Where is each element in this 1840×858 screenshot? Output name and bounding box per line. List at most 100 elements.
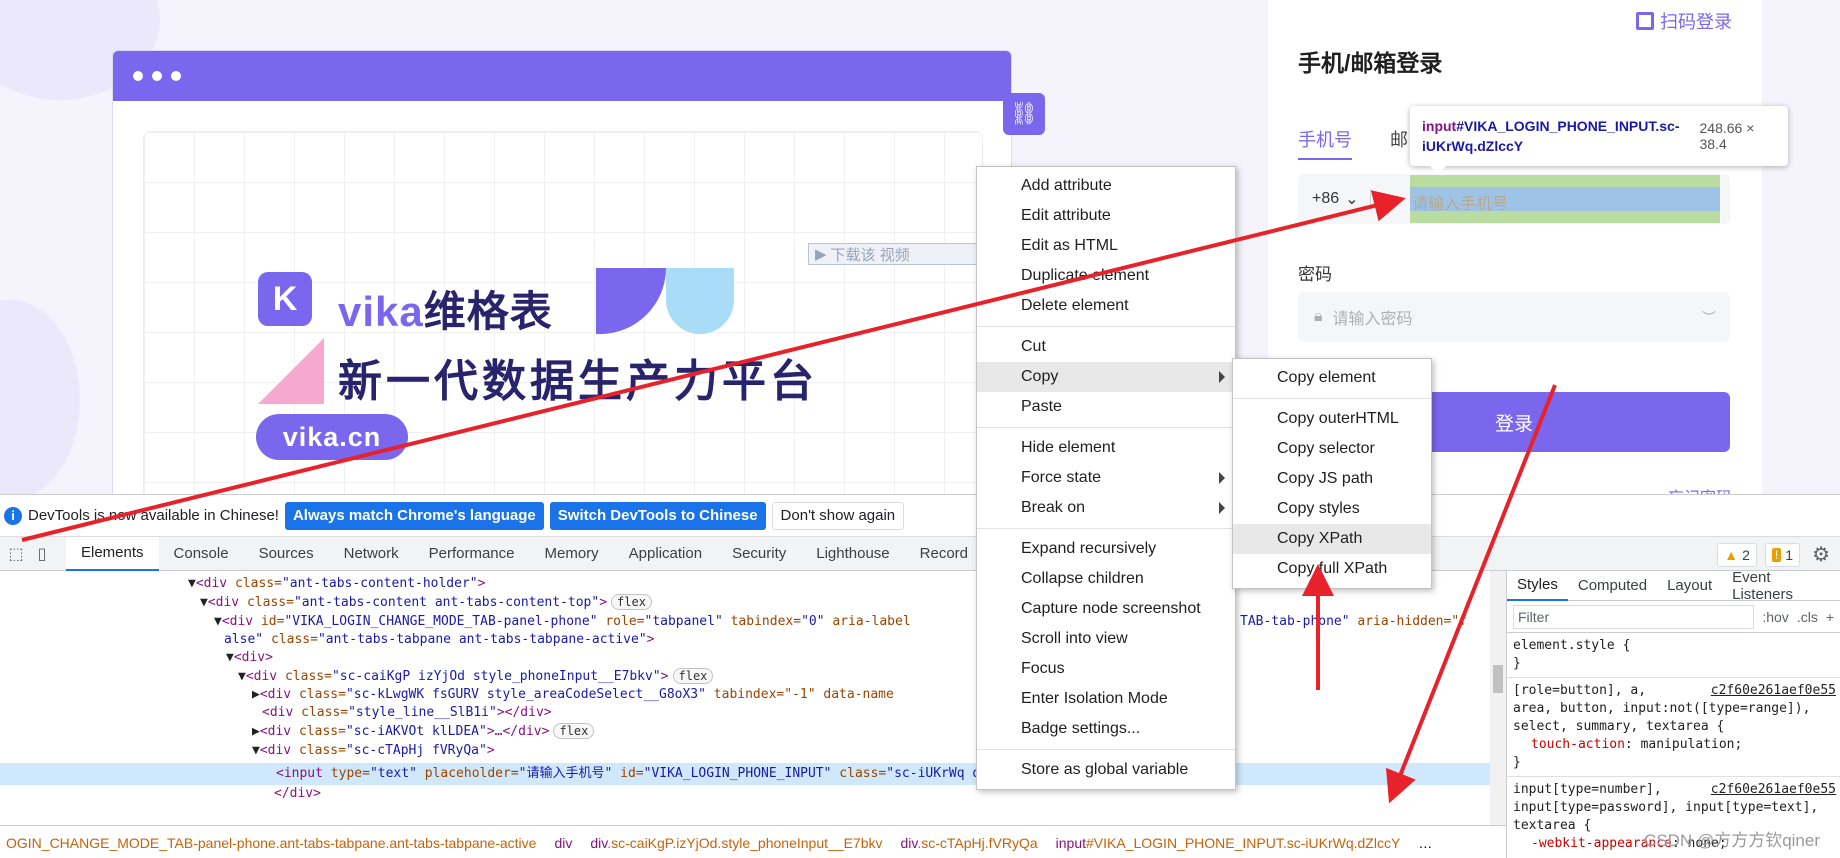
match-language-button[interactable]: Always match Chrome's language: [284, 501, 544, 530]
issues-badge[interactable]: ! 1: [1764, 542, 1801, 567]
link-icon: ⛓: [1010, 101, 1038, 126]
phone-input[interactable]: 请输入手机号: [1412, 190, 1508, 214]
menu-item-copy-xpath[interactable]: Copy XPath: [1233, 524, 1431, 554]
style-rule[interactable]: c2f60e261aef0e55 [role=button], a, area,…: [1507, 678, 1840, 777]
gear-icon[interactable]: ⚙: [1812, 542, 1830, 567]
tab-computed[interactable]: Computed: [1568, 571, 1657, 601]
submenu-arrow-icon: [1219, 371, 1225, 383]
menu-item-copy-styles[interactable]: Copy styles: [1233, 494, 1431, 524]
menu-item-hide[interactable]: Hide element: [977, 433, 1235, 463]
vika-logo: K: [258, 272, 312, 326]
device-toolbar-icon[interactable]: ▯: [32, 544, 52, 564]
window-dot: [171, 71, 181, 81]
style-rule[interactable]: element.style { }: [1507, 633, 1840, 678]
dom-node[interactable]: ▼<div>: [226, 647, 273, 668]
menu-item-copy-selector[interactable]: Copy selector: [1233, 434, 1431, 464]
tab-elements[interactable]: Elements: [66, 536, 159, 571]
play-icon: ▶: [815, 246, 827, 263]
menu-item-copy-element[interactable]: Copy element: [1233, 363, 1431, 393]
menu-item-collapse[interactable]: Collapse children: [977, 564, 1235, 594]
dont-show-button[interactable]: Don't show again: [771, 501, 905, 530]
rule-close: }: [1513, 656, 1521, 671]
menu-item-capture-screenshot[interactable]: Capture node screenshot: [977, 594, 1235, 624]
menu-item-edit-html[interactable]: Edit as HTML: [977, 231, 1235, 261]
menu-item-isolation-mode[interactable]: Enter Isolation Mode: [977, 684, 1235, 714]
styles-filter-input[interactable]: Filter: [1513, 604, 1755, 629]
dom-scrollbar[interactable]: [1490, 571, 1506, 825]
switch-chinese-button[interactable]: Switch DevTools to Chinese: [549, 501, 766, 530]
tab-memory[interactable]: Memory: [530, 537, 614, 571]
menu-item-break-on[interactable]: Break on: [977, 493, 1235, 523]
breadcrumb-item[interactable]: div.sc-cTApHj.fVRyQa: [900, 835, 1037, 851]
login-title: 手机/邮箱登录: [1298, 50, 1443, 76]
rule-source-link[interactable]: c2f60e261aef0e55: [1711, 781, 1836, 799]
breadcrumb-item-active[interactable]: input#VIKA_LOGIN_PHONE_INPUT.sc-iUKrWq.d…: [1056, 835, 1401, 851]
lock-icon: 🔒︎: [1314, 308, 1323, 325]
tab-sources[interactable]: Sources: [244, 537, 329, 571]
breadcrumb-item[interactable]: OGIN_CHANGE_MODE_TAB-panel-phone.ant-tab…: [6, 835, 536, 851]
dom-node[interactable]: ▼<div class="ant-tabs-content-holder">: [188, 573, 485, 594]
menu-item-store-global[interactable]: Store as global variable: [977, 755, 1235, 785]
menu-item-duplicate[interactable]: Duplicate element: [977, 261, 1235, 291]
menu-item-edit-attribute[interactable]: Edit attribute: [977, 201, 1235, 231]
menu-item-copy[interactable]: Copy: [977, 362, 1235, 392]
dom-node[interactable]: </div>: [274, 783, 321, 804]
eye-closed-icon[interactable]: ︶: [1702, 308, 1716, 328]
flex-badge[interactable]: flex: [611, 594, 652, 610]
browser-illustration: [112, 50, 1012, 494]
dom-node[interactable]: ▶<div class="sc-iAKVOt klLDEA">…</div> fl…: [252, 721, 595, 742]
flex-badge[interactable]: flex: [672, 668, 714, 684]
menu-item-scroll-into-view[interactable]: Scroll into view: [977, 624, 1235, 654]
qr-login-link[interactable]: 扫码登录: [1636, 8, 1732, 34]
tab-performance[interactable]: Performance: [414, 537, 530, 571]
dom-node[interactable]: ▼<div class="ant-tabs-content ant-tabs-c…: [200, 592, 652, 613]
dom-node[interactable]: <div class="style_line__SlB1i"></div>: [262, 702, 552, 723]
tab-styles[interactable]: Styles: [1507, 571, 1568, 601]
inspect-element-icon[interactable]: ⬚: [6, 544, 26, 564]
link-button[interactable]: ⛓: [1003, 93, 1045, 135]
tab-network[interactable]: Network: [329, 537, 414, 571]
breadcrumb-more[interactable]: …: [1418, 835, 1432, 851]
menu-item-copy-js-path[interactable]: Copy JS path: [1233, 464, 1431, 494]
menu-item-paste[interactable]: Paste: [977, 392, 1235, 422]
new-rule-button[interactable]: +: [1826, 609, 1834, 625]
menu-item-copy-full-xpath[interactable]: Copy full XPath: [1233, 554, 1431, 584]
menu-item-copy-outerhtml[interactable]: Copy outerHTML: [1233, 404, 1431, 434]
warnings-badge[interactable]: ▲ 2: [1717, 542, 1757, 567]
menu-item-delete[interactable]: Delete element: [977, 291, 1235, 321]
menu-separator: [977, 749, 1235, 750]
menu-item-force-state[interactable]: Force state: [977, 463, 1235, 493]
tab-phone[interactable]: 手机号: [1298, 126, 1352, 160]
password-placeholder: 请输入密码: [1332, 311, 1413, 328]
browser-titlebar: [113, 51, 1011, 101]
tab-lighthouse[interactable]: Lighthouse: [801, 537, 904, 571]
tab-layout[interactable]: Layout: [1657, 571, 1722, 601]
menu-item-expand[interactable]: Expand recursively: [977, 534, 1235, 564]
tab-application[interactable]: Application: [614, 537, 717, 571]
hover-state-toggle[interactable]: :hov: [1762, 609, 1788, 625]
dom-node[interactable]: ▼<div class="sc-cTApHj fVRyQa">: [252, 740, 495, 761]
breadcrumb-item[interactable]: div: [554, 835, 572, 851]
tab-event-listeners[interactable]: Event Listeners: [1722, 569, 1840, 603]
menu-item-cut[interactable]: Cut: [977, 332, 1235, 362]
menu-item-focus[interactable]: Focus: [977, 654, 1235, 684]
class-toggle[interactable]: .cls: [1797, 609, 1818, 625]
flex-badge[interactable]: flex: [553, 723, 595, 739]
rule-declaration[interactable]: touch-action: manipulation;: [1513, 736, 1834, 754]
submenu-arrow-icon: [1219, 472, 1225, 484]
tab-recorder[interactable]: Record: [905, 537, 983, 571]
tab-console[interactable]: Console: [159, 537, 244, 571]
scrollbar-thumb[interactable]: [1493, 665, 1503, 693]
forgot-password-link[interactable]: 忘记密码: [1668, 484, 1732, 494]
password-field[interactable]: 🔒︎ 请输入密码 ︶: [1298, 292, 1730, 342]
tab-email[interactable]: 邮: [1390, 126, 1408, 152]
download-video-button[interactable]: ▶ 下载该 视频: [808, 243, 978, 265]
rule-source-link[interactable]: c2f60e261aef0e55: [1711, 682, 1836, 700]
menu-item-badge-settings[interactable]: Badge settings...: [977, 714, 1235, 744]
brand-name: vika维格表: [338, 278, 553, 339]
breadcrumb-item[interactable]: div.sc-caiKgP.izYjOd.style_phoneInput__E…: [590, 835, 882, 851]
area-code-select[interactable]: +86 ⌄: [1298, 189, 1368, 209]
menu-item-add-attribute[interactable]: Add attribute: [977, 171, 1235, 201]
tab-security[interactable]: Security: [717, 537, 801, 571]
qr-login-label: 扫码登录: [1660, 12, 1732, 32]
